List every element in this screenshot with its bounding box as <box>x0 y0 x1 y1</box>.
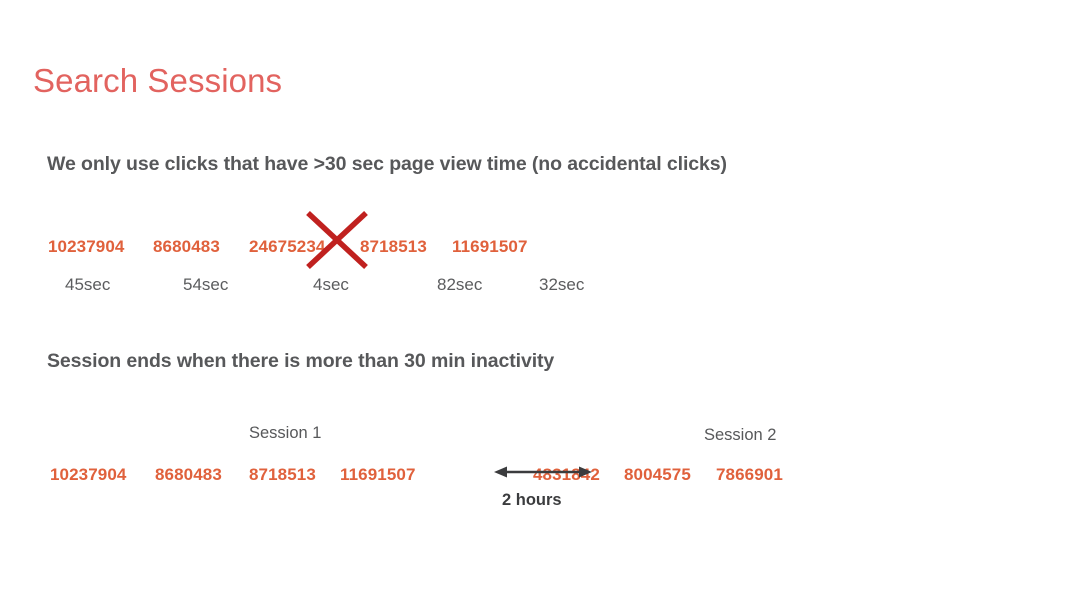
session-label-1: Session 1 <box>249 424 322 442</box>
slide-canvas: Search Sessions We only use clicks that … <box>0 0 1080 608</box>
click-duration: 32sec <box>539 275 585 294</box>
rule-one-heading: We only use clicks that have >30 sec pag… <box>47 153 727 175</box>
inactivity-gap-label: 2 hours <box>502 491 562 509</box>
session-click-id: 4831842 <box>533 465 600 484</box>
session-click-id: 7866901 <box>716 465 783 484</box>
click-id: 10237904 <box>48 237 125 256</box>
rule-two-heading: Session ends when there is more than 30 … <box>47 350 555 372</box>
click-id: 8718513 <box>360 237 427 256</box>
click-duration: 82sec <box>437 275 483 294</box>
session-label-2: Session 2 <box>704 426 777 444</box>
page-title: Search Sessions <box>33 62 283 99</box>
click-id: 8680483 <box>153 237 220 256</box>
click-duration: 45sec <box>65 275 111 294</box>
click-id-excluded: 24675234 <box>249 237 326 256</box>
session-click-id: 11691507 <box>340 465 416 484</box>
session-click-id: 8718513 <box>249 465 316 484</box>
click-id: 11691507 <box>452 237 528 256</box>
click-duration: 4sec <box>313 275 349 294</box>
session-click-id: 8680483 <box>155 465 222 484</box>
click-duration: 54sec <box>183 275 229 294</box>
session-click-id: 8004575 <box>624 465 691 484</box>
session-click-id: 10237904 <box>50 465 127 484</box>
